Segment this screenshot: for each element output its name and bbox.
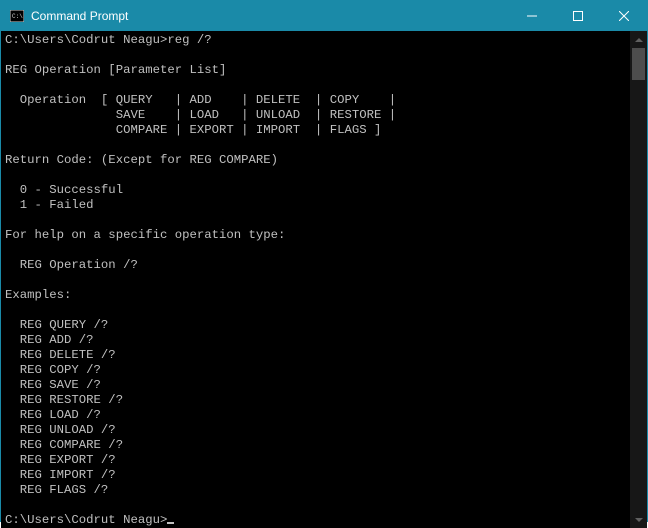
output-line: REG Operation /? bbox=[5, 258, 138, 272]
scroll-up-button[interactable] bbox=[630, 31, 647, 48]
output-line: Examples: bbox=[5, 288, 71, 302]
output-line: 1 - Failed bbox=[5, 198, 94, 212]
window-title: Command Prompt bbox=[31, 9, 128, 23]
output-line: REG DELETE /? bbox=[5, 348, 116, 362]
output-line: REG SAVE /? bbox=[5, 378, 101, 392]
vertical-scrollbar[interactable] bbox=[630, 31, 647, 528]
maximize-button[interactable] bbox=[555, 1, 601, 31]
svg-text:C:\: C:\ bbox=[12, 13, 23, 20]
scrollbar-thumb[interactable] bbox=[632, 48, 645, 80]
output-line: REG EXPORT /? bbox=[5, 453, 116, 467]
titlebar[interactable]: C:\ Command Prompt bbox=[1, 1, 647, 31]
output-line: SAVE | LOAD | UNLOAD | RESTORE | bbox=[5, 108, 396, 122]
output-line: COMPARE | EXPORT | IMPORT | FLAGS ] bbox=[5, 123, 381, 137]
output-line: REG QUERY /? bbox=[5, 318, 108, 332]
prompt: C:\Users\Codrut Neagu> bbox=[5, 513, 167, 527]
output-line: REG RESTORE /? bbox=[5, 393, 123, 407]
output-line: Return Code: (Except for REG COMPARE) bbox=[5, 153, 278, 167]
cmd-icon: C:\ bbox=[9, 8, 25, 24]
output-line: REG FLAGS /? bbox=[5, 483, 108, 497]
output-line: REG ADD /? bbox=[5, 333, 94, 347]
output-line: REG Operation [Parameter List] bbox=[5, 63, 226, 77]
output-line: 0 - Successful bbox=[5, 183, 123, 197]
output-line: REG UNLOAD /? bbox=[5, 423, 116, 437]
content-area: C:\Users\Codrut Neagu>reg /? REG Operati… bbox=[1, 31, 647, 528]
output-line: Operation [ QUERY | ADD | DELETE | COPY … bbox=[5, 93, 396, 107]
output-line: REG COPY /? bbox=[5, 363, 101, 377]
terminal-output[interactable]: C:\Users\Codrut Neagu>reg /? REG Operati… bbox=[1, 31, 630, 528]
prompt: C:\Users\Codrut Neagu> bbox=[5, 33, 167, 47]
output-line: For help on a specific operation type: bbox=[5, 228, 285, 242]
minimize-button[interactable] bbox=[509, 1, 555, 31]
command-text: reg /? bbox=[167, 33, 211, 47]
cursor bbox=[167, 522, 174, 524]
close-button[interactable] bbox=[601, 1, 647, 31]
output-line: REG IMPORT /? bbox=[5, 468, 116, 482]
output-line: REG COMPARE /? bbox=[5, 438, 123, 452]
output-line: REG LOAD /? bbox=[5, 408, 101, 422]
scrollbar-track[interactable] bbox=[630, 48, 647, 511]
scroll-down-button[interactable] bbox=[630, 511, 647, 528]
command-prompt-window: C:\ Command Prompt C:\Users\Codrut Neagu… bbox=[0, 0, 648, 522]
